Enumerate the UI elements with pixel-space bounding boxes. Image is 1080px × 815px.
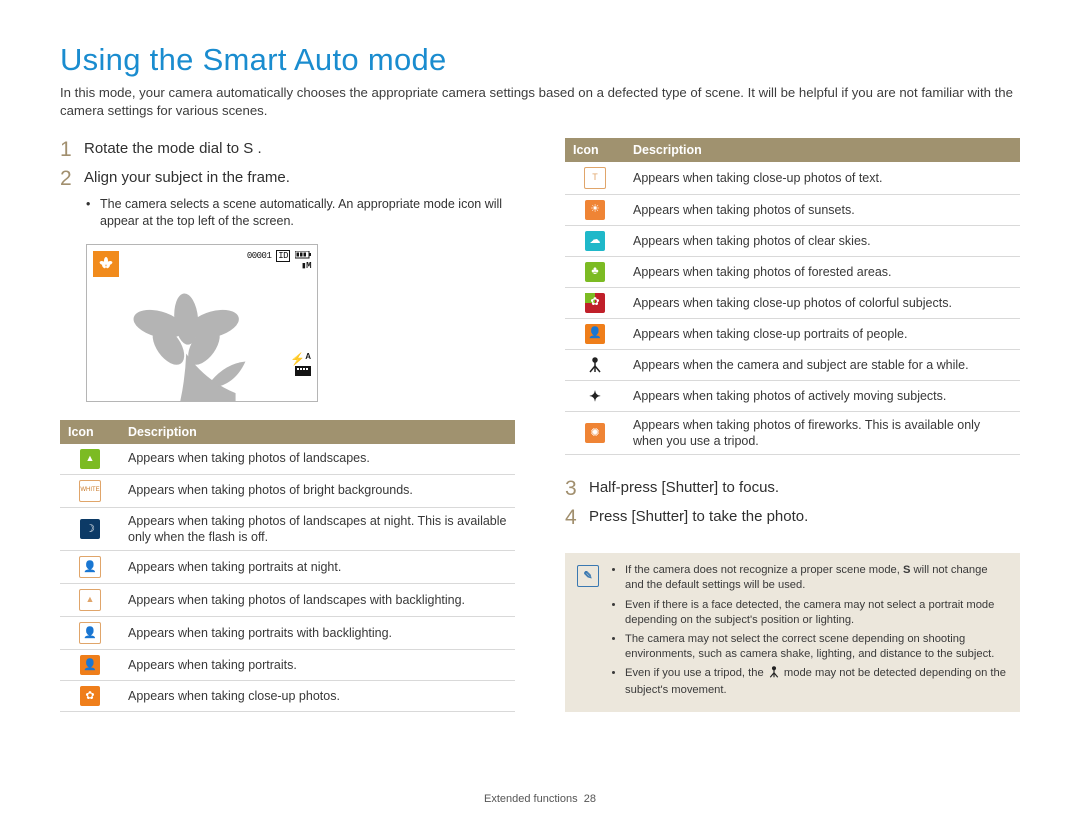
left-column: 1 Rotate the mode dial to S . 2 Align yo… — [60, 138, 515, 713]
landscape-icon: ▲ — [80, 449, 100, 469]
step-2: 2 Align your subject in the frame. — [60, 167, 515, 190]
table-row: ✿Appears when taking close-up photos. — [60, 681, 515, 712]
table-row: 👤Appears when taking portraits at night. — [60, 551, 515, 584]
th-desc: Description — [120, 420, 515, 444]
table-row: ✿Appears when taking close-up photos of … — [565, 287, 1020, 318]
table-row: WHITEAppears when taking photos of brigh… — [60, 474, 515, 507]
step-text: Half-press [Shutter] to focus. — [589, 477, 779, 496]
sky-icon: ☁ — [585, 231, 605, 251]
bright-bg-icon: WHITE — [79, 480, 101, 502]
right-column: Icon Description TAppears when taking cl… — [565, 138, 1020, 713]
macro-portrait-icon: 👤 — [585, 324, 605, 344]
th-desc: Description — [625, 138, 1020, 162]
tripod-icon — [585, 355, 605, 375]
camera-preview: 00001 ID ▮M ⚡A — [86, 244, 318, 402]
table-row: ☁Appears when taking photos of clear ski… — [565, 225, 1020, 256]
table-row: ☽Appears when taking photos of landscape… — [60, 507, 515, 551]
action-icon: ✦ — [585, 386, 605, 406]
sub-bullet: • The camera selects a scene automatical… — [86, 196, 515, 230]
tripod-inline-icon — [767, 666, 781, 683]
intro-text: In this mode, your camera automatically … — [60, 84, 1020, 120]
forest-icon: ♣ — [585, 262, 605, 282]
th-icon: Icon — [565, 138, 625, 162]
table-row: 👤Appears when taking portraits. — [60, 650, 515, 681]
step-3: 3 Half-press [Shutter] to focus. — [565, 477, 1020, 500]
backlight-landscape-icon: ▲ — [79, 589, 101, 611]
step-number: 3 — [565, 477, 589, 500]
table-row: Appears when the camera and subject are … — [565, 349, 1020, 380]
note-item: The camera may not select the correct sc… — [625, 632, 1006, 662]
macro-mode-icon — [93, 251, 119, 277]
sunset-icon: ☀ — [585, 200, 605, 220]
note-icon: ✎ — [577, 565, 599, 587]
preview-counter: 00001 ID ▮M — [247, 251, 311, 273]
step-number: 4 — [565, 506, 589, 529]
sub-bullet-text: The camera selects a scene automatically… — [100, 196, 515, 230]
preview-flash-icon: ⚡A — [290, 353, 311, 379]
step-number: 1 — [60, 138, 84, 161]
macro-color-icon: ✿ — [585, 293, 605, 313]
left-icon-table: Icon Description ▲Appears when taking ph… — [60, 420, 515, 713]
table-row: ♣Appears when taking photos of forested … — [565, 256, 1020, 287]
step-4: 4 Press [Shutter] to take the photo. — [565, 506, 1020, 529]
step-number: 2 — [60, 167, 84, 190]
note-item: Even if there is a face detected, the ca… — [625, 598, 1006, 628]
night-portrait-icon: 👤 — [79, 556, 101, 578]
note-box: ✎ If the camera does not recognize a pro… — [565, 553, 1020, 712]
page-footer: Extended functions 28 — [0, 793, 1080, 805]
page-title: Using the Smart Auto mode — [60, 42, 1020, 78]
table-row: ▲Appears when taking photos of landscape… — [60, 444, 515, 475]
macro-icon: ✿ — [80, 686, 100, 706]
step-1: 1 Rotate the mode dial to S . — [60, 138, 515, 161]
th-icon: Icon — [60, 420, 120, 444]
table-row: ▲Appears when taking photos of landscape… — [60, 584, 515, 617]
backlight-portrait-icon: 👤 — [79, 622, 101, 644]
note-item: Even if you use a tripod, the mode may n… — [625, 666, 1006, 698]
table-row: ✺Appears when taking photos of fireworks… — [565, 411, 1020, 455]
right-icon-table: Icon Description TAppears when taking cl… — [565, 138, 1020, 456]
table-row: ✦Appears when taking photos of actively … — [565, 380, 1020, 411]
table-row: 👤Appears when taking close-up portraits … — [565, 318, 1020, 349]
step-text: Align your subject in the frame. — [84, 167, 290, 186]
table-row: 👤Appears when taking portraits with back… — [60, 617, 515, 650]
fireworks-icon: ✺ — [585, 423, 605, 443]
macro-text-icon: T — [584, 167, 606, 189]
portrait-icon: 👤 — [80, 655, 100, 675]
table-row: ☀Appears when taking photos of sunsets. — [565, 194, 1020, 225]
night-landscape-icon: ☽ — [80, 519, 100, 539]
step-text: Rotate the mode dial to S . — [84, 138, 262, 157]
step-text: Press [Shutter] to take the photo. — [589, 506, 808, 525]
note-item: If the camera does not recognize a prope… — [625, 563, 1006, 593]
table-row: TAppears when taking close-up photos of … — [565, 162, 1020, 195]
